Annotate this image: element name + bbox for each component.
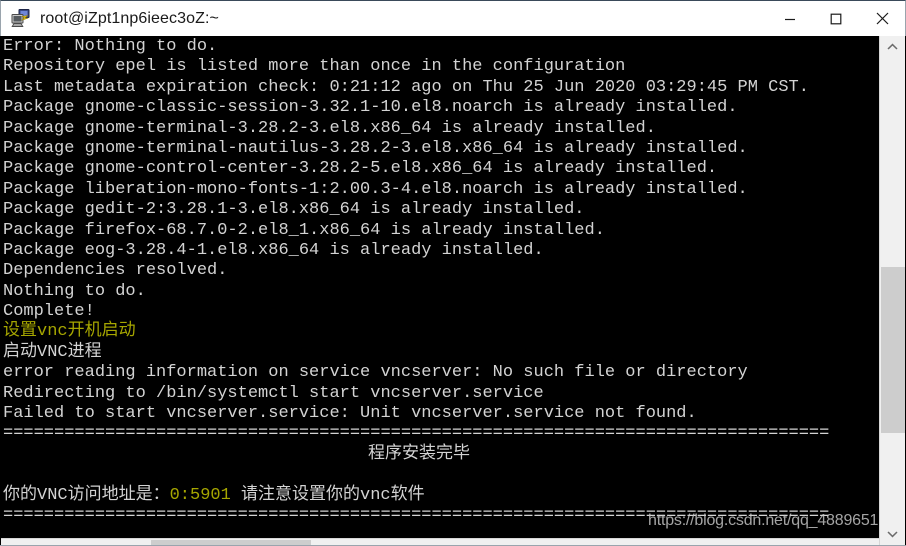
terminal-line: error reading information on service vnc…: [3, 363, 879, 383]
terminal-line: Nothing to do.: [3, 282, 879, 302]
minimize-button[interactable]: [767, 1, 813, 36]
maximize-button[interactable]: [813, 1, 859, 36]
terminal-line: Package gnome-terminal-nautilus-3.28.2-3…: [3, 139, 879, 159]
terminal-line-segment: Error: Nothing to do.: [3, 37, 218, 56]
terminal-line-segment: Nothing to do.: [3, 281, 146, 301]
scroll-up-button[interactable]: [880, 36, 905, 58]
terminal-line: 你的VNC访问地址是：0:5901 请注意设置你的vnc软件: [3, 486, 879, 506]
terminal-text: Error: Nothing to do. Repository epel is …: [3, 37, 879, 526]
terminal-line-segment: Dependencies resolved.: [3, 261, 228, 281]
terminal-line: ========================================…: [3, 424, 879, 444]
window-titlebar[interactable]: root@iZpt1np6ieec3oZ:~: [0, 0, 906, 36]
terminal-line: 设置vnc开机启动: [3, 322, 879, 342]
terminal-line: 启动VNC进程: [3, 343, 879, 363]
terminal-line-segment: 你的VNC访问地址是：: [3, 485, 170, 505]
terminal-line-segment: Failed to start vncserver.service: Unit …: [3, 404, 697, 424]
close-button[interactable]: [859, 1, 905, 36]
chevron-down-icon: [887, 531, 898, 538]
maximize-icon: [830, 13, 842, 24]
close-icon: [876, 12, 888, 25]
terminal-window: root@iZpt1np6ieec3oZ:~ Error: Nothing to…: [0, 0, 906, 546]
terminal-line-segment: Package gnome-terminal-3.28.2-3.el8.x86_…: [3, 118, 656, 138]
terminal-line-segment: Package eog-3.28.4-1.el8.x86_64 is alrea…: [3, 240, 544, 260]
terminal-line-segment: 启动VNC进程: [3, 342, 102, 362]
scroll-down-button[interactable]: [880, 523, 905, 545]
terminal-line-segment: Package liberation-mono-fonts-1:2.00.3-4…: [3, 179, 748, 199]
terminal-line: Package gedit-2:3.28.1-3.el8.x86_64 is a…: [3, 200, 879, 220]
terminal-line-segment: Package firefox-68.7.0-2.el8_1.x86_64 is…: [3, 220, 605, 240]
terminal-line-segment: Package gnome-classic-session-3.32.1-10.…: [3, 98, 738, 118]
terminal-line-segment: error reading information on service vnc…: [3, 363, 748, 383]
terminal-line: Dependencies resolved.: [3, 261, 879, 281]
terminal-line: Failed to start vncserver.service: Unit …: [3, 404, 879, 424]
terminal-line-segment: Complete!: [3, 302, 95, 322]
terminal-line: Repository epel is listed more than once…: [3, 57, 879, 77]
terminal-line-segment: Package gnome-control-center-3.28.2-5.el…: [3, 159, 718, 179]
terminal-line: Package gnome-classic-session-3.32.1-10.…: [3, 98, 879, 118]
terminal-line-segment: [3, 465, 13, 484]
terminal-line-segment: Package gnome-terminal-nautilus-3.28.2-3…: [3, 138, 748, 158]
terminal-line: Error: Nothing to do.: [3, 37, 879, 57]
terminal-line-segment: Redirecting to /bin/systemctl start vncs…: [3, 383, 544, 403]
window-controls: [767, 1, 905, 36]
chevron-up-icon: [887, 43, 898, 50]
window-title: root@iZpt1np6ieec3oZ:~: [40, 9, 219, 27]
terminal-line: Package firefox-68.7.0-2.el8_1.x86_64 is…: [3, 221, 879, 241]
terminal-output-area[interactable]: Error: Nothing to do. Repository epel is …: [1, 36, 879, 538]
terminal-line-segment: Repository epel is listed more than once…: [3, 57, 626, 77]
terminal-line: 程序安装完毕: [3, 445, 879, 465]
putty-terminal-icon: [10, 8, 32, 30]
terminal-line: Redirecting to /bin/systemctl start vncs…: [3, 384, 879, 404]
terminal-line-segment: 设置vnc开机启动: [3, 322, 136, 342]
terminal-line-segment: 程序安装完毕: [368, 444, 470, 464]
terminal-line-segment: Package gedit-2:3.28.1-3.el8.x86_64 is a…: [3, 200, 585, 220]
terminal-line-segment: 请注意设置你的vnc软件: [230, 485, 425, 505]
terminal-line-segment: ========================================…: [3, 505, 830, 525]
vertical-scroll-thumb[interactable]: [881, 267, 905, 433]
vertical-scrollbar[interactable]: [879, 36, 905, 545]
terminal-line: Package gnome-terminal-3.28.2-3.el8.x86_…: [3, 119, 879, 139]
terminal-line: Last metadata expiration check: 0:21:12 …: [3, 78, 879, 98]
terminal-line: Package gnome-control-center-3.28.2-5.el…: [3, 159, 879, 179]
terminal-line-segment: Last metadata expiration check: 0:21:12 …: [3, 77, 809, 97]
terminal-line: Complete!: [3, 302, 879, 322]
terminal-line-segment: 0:5901: [169, 485, 231, 505]
minimize-icon: [785, 18, 795, 20]
terminal-line: ========================================…: [3, 506, 879, 526]
terminal-line: Package eog-3.28.4-1.el8.x86_64 is alrea…: [3, 241, 879, 261]
terminal-line: [3, 465, 879, 485]
terminal-line: Package liberation-mono-fonts-1:2.00.3-4…: [3, 180, 879, 200]
terminal-line-segment: ========================================…: [3, 424, 830, 444]
